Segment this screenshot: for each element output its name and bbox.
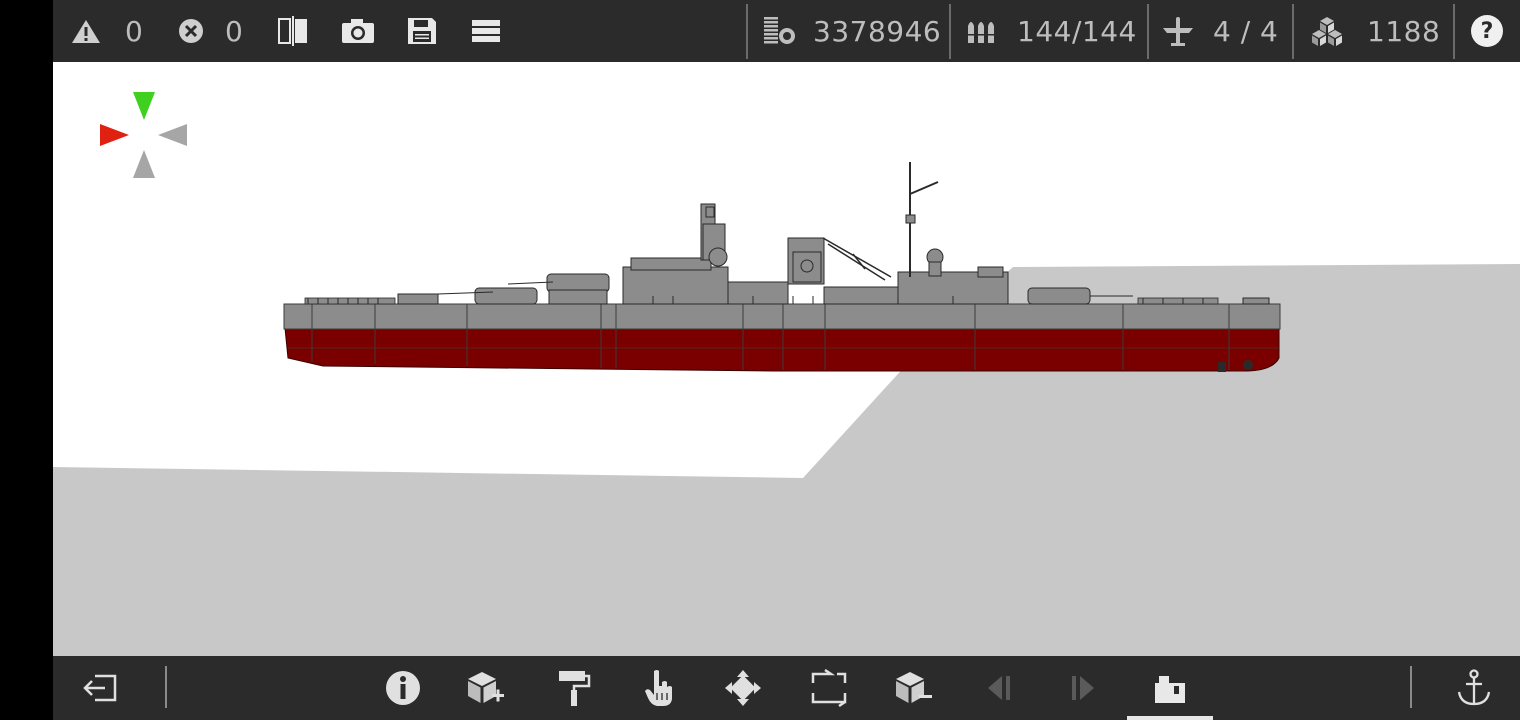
menu-button[interactable] [469, 0, 503, 62]
remove-part-button[interactable] [885, 656, 941, 720]
info-icon [384, 669, 422, 707]
exit-button[interactable] [73, 656, 129, 720]
errors-count: 0 [225, 14, 244, 48]
add-part-button[interactable] [457, 656, 513, 720]
help-icon: ? [1471, 15, 1503, 47]
transform-button[interactable] [801, 656, 857, 720]
parts-indicator[interactable]: 1188 [1309, 0, 1440, 62]
warnings-indicator[interactable]: 0 [69, 0, 143, 62]
mirror-icon [276, 16, 310, 46]
parts-icon [1309, 15, 1345, 47]
transform-icon [809, 669, 849, 707]
divider [1453, 4, 1455, 59]
mirror-button[interactable] [276, 0, 310, 62]
divider [1147, 4, 1149, 59]
move-button[interactable] [715, 656, 771, 720]
previous-icon [982, 671, 1016, 705]
error-icon [177, 17, 205, 45]
move-icon [723, 668, 763, 708]
info-button[interactable] [375, 656, 431, 720]
gizmo-arrow-green[interactable] [133, 92, 155, 120]
scene-canvas[interactable] [53, 62, 1520, 656]
exit-icon [81, 670, 121, 706]
remove-part-icon [892, 669, 934, 707]
aircraft-icon [1161, 14, 1195, 48]
active-tool-indicator [1127, 716, 1213, 720]
paint-button[interactable] [545, 656, 601, 720]
warnings-count: 0 [125, 14, 144, 48]
divider [949, 4, 951, 59]
anchor-button[interactable] [1446, 656, 1502, 720]
parts-value: 1188 [1367, 14, 1441, 48]
errors-indicator[interactable]: 0 [177, 0, 243, 62]
camera-icon [340, 16, 376, 46]
warning-icon [69, 16, 103, 46]
aircraft-indicator[interactable]: 4 / 4 [1161, 0, 1278, 62]
previous-button[interactable] [971, 656, 1027, 720]
next-icon [1066, 671, 1100, 705]
help-button[interactable]: ? [1471, 0, 1503, 62]
divider [1292, 4, 1294, 59]
ammo-icon [965, 16, 1001, 46]
menu-icon [469, 16, 503, 46]
divider [1410, 666, 1412, 708]
top-toolbar: 0 0 3378946 144/144 4 / 4 1188 ? [53, 0, 1520, 62]
ammo-value: 144/144 [1017, 14, 1137, 48]
gizmo-arrow-gray-right[interactable] [158, 124, 187, 146]
gizmo-arrow-red[interactable] [100, 124, 129, 146]
view-mode-button[interactable] [1142, 656, 1198, 720]
divider [746, 4, 748, 59]
cost-value: 3378946 [813, 14, 942, 48]
cost-indicator[interactable]: 3378946 [761, 0, 941, 62]
save-button[interactable] [405, 0, 439, 62]
paint-icon [553, 668, 593, 708]
select-button[interactable] [631, 656, 687, 720]
aircraft-value: 4 / 4 [1213, 14, 1279, 48]
select-icon [641, 668, 677, 708]
ammo-indicator[interactable]: 144/144 [965, 0, 1137, 62]
app-window: 0 0 3378946 144/144 4 / 4 1188 ? [53, 0, 1520, 720]
screenshot-button[interactable] [340, 0, 376, 62]
anchor-icon [1455, 668, 1493, 708]
add-part-icon [464, 669, 506, 707]
editor-viewport[interactable] [53, 62, 1520, 656]
cost-icon [761, 15, 797, 47]
bottom-toolbar [53, 656, 1520, 720]
divider [165, 666, 167, 708]
next-button[interactable] [1055, 656, 1111, 720]
gizmo-arrow-gray-down[interactable] [133, 150, 155, 178]
save-icon [405, 16, 439, 46]
help-label: ? [1480, 18, 1494, 44]
view-mode-icon [1152, 670, 1188, 706]
orientation-gizmo[interactable] [100, 92, 187, 178]
